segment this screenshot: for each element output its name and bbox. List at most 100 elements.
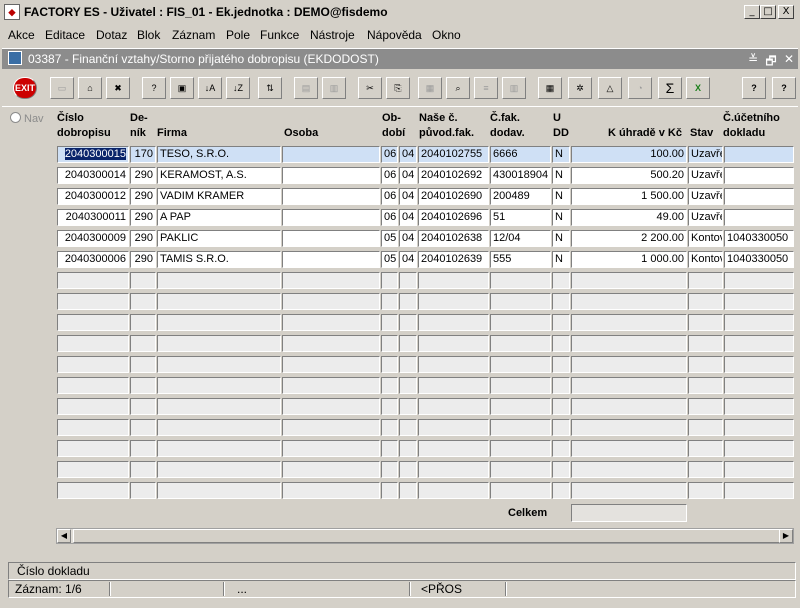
empty-cell[interactable]	[571, 440, 687, 457]
form-close-button[interactable]: ✕	[782, 52, 796, 66]
cell-cislo[interactable]: 2040300012	[57, 188, 129, 205]
empty-cell[interactable]	[399, 461, 417, 478]
menu-nastroje[interactable]: Nástroje	[310, 28, 355, 42]
cell-ob2[interactable]: 04	[399, 167, 417, 184]
empty-cell[interactable]	[552, 419, 570, 436]
empty-cell[interactable]	[282, 377, 380, 394]
print-preview-icon[interactable]: ▥	[322, 77, 346, 99]
empty-cell[interactable]	[399, 482, 417, 499]
empty-cell[interactable]	[381, 272, 398, 289]
menu-zaznam[interactable]: Záznam	[172, 28, 215, 42]
empty-cell[interactable]	[57, 440, 129, 457]
cell-ob1[interactable]: 06	[381, 146, 398, 163]
nav-radio[interactable]: Nav	[10, 112, 44, 125]
empty-cell[interactable]	[688, 293, 723, 310]
print-icon[interactable]: ▤	[294, 77, 318, 99]
cell-udd[interactable]: N	[552, 167, 570, 184]
empty-cell[interactable]	[490, 419, 551, 436]
empty-cell[interactable]	[130, 419, 156, 436]
empty-cell[interactable]	[552, 356, 570, 373]
wheel-icon[interactable]: ✲	[568, 77, 592, 99]
cell-cislo[interactable]: 2040300009	[57, 230, 129, 247]
empty-cell[interactable]	[399, 356, 417, 373]
cell-cucet[interactable]: 1040330050	[724, 230, 794, 247]
empty-cell[interactable]	[381, 440, 398, 457]
cell-firma[interactable]: TESO, S.R.O.	[157, 146, 281, 163]
paste-icon[interactable]: ▦	[418, 77, 442, 99]
empty-cell[interactable]	[688, 461, 723, 478]
empty-cell[interactable]	[399, 398, 417, 415]
cell-ob1[interactable]: 06	[381, 167, 398, 184]
empty-cell[interactable]	[490, 440, 551, 457]
clock-icon[interactable]: ◔	[628, 77, 652, 99]
cell-udd[interactable]: N	[552, 209, 570, 226]
empty-cell[interactable]	[282, 419, 380, 436]
empty-cell[interactable]	[381, 461, 398, 478]
cell-stav[interactable]: Kontov	[688, 251, 723, 268]
empty-cell[interactable]	[571, 482, 687, 499]
empty-cell[interactable]	[571, 461, 687, 478]
cell-nase[interactable]: 2040102755	[418, 146, 489, 163]
cell-nase[interactable]: 2040102692	[418, 167, 489, 184]
empty-cell[interactable]	[57, 272, 129, 289]
empty-cell[interactable]	[490, 314, 551, 331]
empty-cell[interactable]	[157, 314, 281, 331]
empty-cell[interactable]	[157, 419, 281, 436]
empty-cell[interactable]	[57, 482, 129, 499]
horizontal-scrollbar[interactable]: ◀ ▶	[56, 528, 794, 544]
empty-cell[interactable]	[130, 377, 156, 394]
empty-cell[interactable]	[57, 356, 129, 373]
empty-cell[interactable]	[418, 293, 489, 310]
cell-kuhrade[interactable]: 100.00	[571, 146, 687, 163]
cell-cislo[interactable]: 2040300015	[57, 146, 129, 163]
cell-cfak[interactable]: 6666	[490, 146, 551, 163]
empty-cell[interactable]	[688, 335, 723, 352]
empty-cell[interactable]	[724, 335, 794, 352]
cell-firma[interactable]: KERAMOST, A.S.	[157, 167, 281, 184]
cell-kuhrade[interactable]: 49.00	[571, 209, 687, 226]
cell-denik[interactable]: 290	[130, 209, 156, 226]
empty-cell[interactable]	[381, 293, 398, 310]
cell-kuhrade[interactable]: 1 000.00	[571, 251, 687, 268]
empty-cell[interactable]	[552, 377, 570, 394]
minimize-button[interactable]: _	[744, 5, 760, 19]
empty-cell[interactable]	[130, 482, 156, 499]
cell-stav[interactable]: Uzavře	[688, 209, 723, 226]
empty-cell[interactable]	[381, 377, 398, 394]
empty-cell[interactable]	[282, 461, 380, 478]
empty-cell[interactable]	[282, 482, 380, 499]
empty-cell[interactable]	[724, 293, 794, 310]
cell-ob1[interactable]: 06	[381, 188, 398, 205]
delete-record-icon[interactable]: ✖	[106, 77, 130, 99]
empty-cell[interactable]	[130, 440, 156, 457]
cell-cucet[interactable]	[724, 209, 794, 226]
empty-cell[interactable]	[688, 314, 723, 331]
empty-cell[interactable]	[571, 314, 687, 331]
cell-cucet[interactable]	[724, 167, 794, 184]
cell-nase[interactable]: 2040102638	[418, 230, 489, 247]
scroll-thumb[interactable]	[73, 529, 781, 543]
cell-ob1[interactable]: 06	[381, 209, 398, 226]
empty-cell[interactable]	[57, 335, 129, 352]
empty-cell[interactable]	[130, 461, 156, 478]
empty-cell[interactable]	[282, 335, 380, 352]
empty-cell[interactable]	[688, 440, 723, 457]
empty-cell[interactable]	[688, 356, 723, 373]
empty-cell[interactable]	[418, 461, 489, 478]
columns-icon[interactable]: ▥	[502, 77, 526, 99]
empty-cell[interactable]	[490, 356, 551, 373]
empty-cell[interactable]	[552, 293, 570, 310]
cell-cucet[interactable]	[724, 188, 794, 205]
cell-stav[interactable]: Uzavře	[688, 146, 723, 163]
empty-cell[interactable]	[688, 398, 723, 415]
cell-cfak[interactable]: 51	[490, 209, 551, 226]
cell-denik[interactable]: 290	[130, 230, 156, 247]
empty-cell[interactable]	[490, 293, 551, 310]
cell-cfak[interactable]: 555	[490, 251, 551, 268]
empty-cell[interactable]	[724, 272, 794, 289]
empty-cell[interactable]	[490, 461, 551, 478]
excel-icon[interactable]: X	[686, 77, 710, 99]
empty-cell[interactable]	[157, 482, 281, 499]
cell-osoba[interactable]	[282, 230, 380, 247]
cell-cislo[interactable]: 2040300006	[57, 251, 129, 268]
